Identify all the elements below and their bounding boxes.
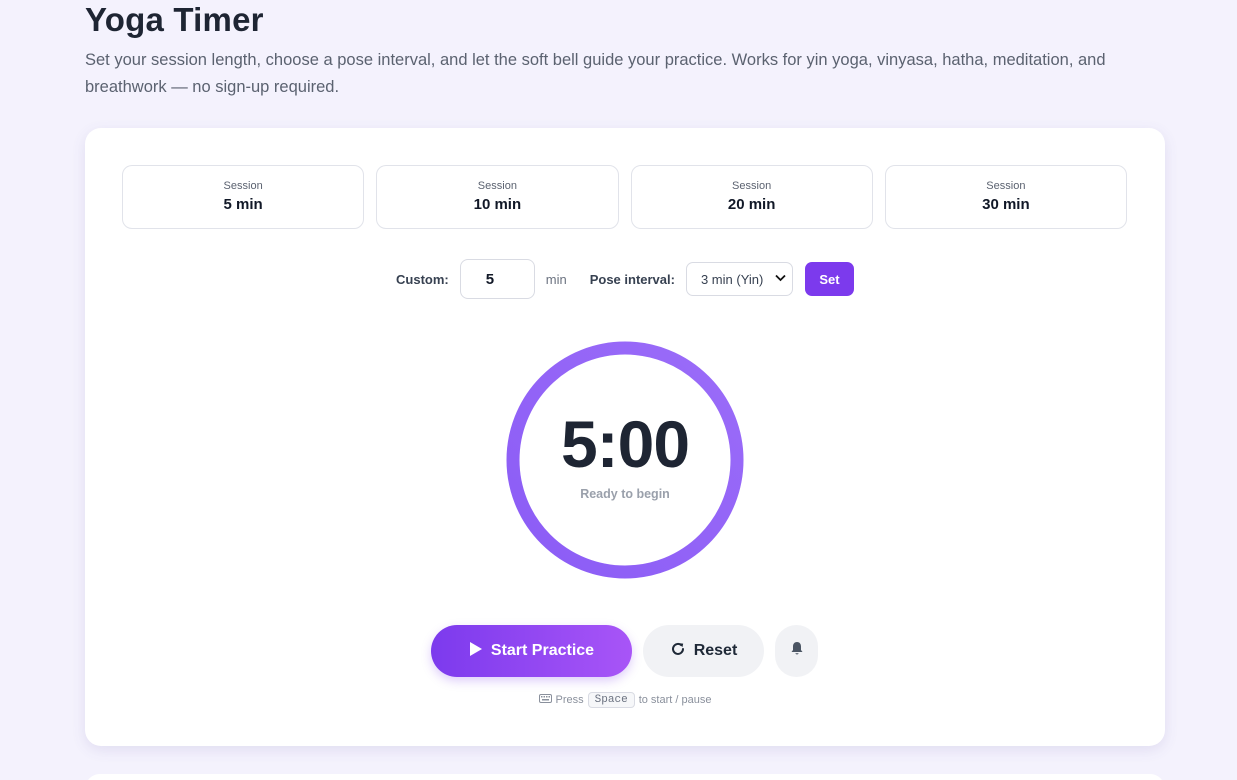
preset-20-min-button[interactable]: Session 20 min (630, 165, 873, 229)
timer-card: Session 5 min Session 10 min Session 20 … (85, 128, 1165, 746)
hint-prefix: Press (555, 694, 584, 706)
preset-label: Session (477, 180, 517, 192)
preset-value: 20 min (727, 196, 776, 213)
hint-suffix: to start / pause (638, 694, 712, 706)
page: Yoga Timer Set your session length, choo… (0, 0, 1237, 780)
preset-label: Session (732, 180, 772, 192)
rotate-cw-icon (670, 641, 686, 662)
pose-interval-value: 3 min (Yin) (700, 271, 764, 287)
custom-label: Custom: (396, 271, 449, 287)
start-practice-label: Start Practice (490, 642, 595, 659)
start-practice-button[interactable]: Start Practice (431, 625, 632, 677)
play-icon (469, 641, 483, 662)
keyboard-icon (538, 694, 552, 706)
timer-display: 5:00 (560, 407, 690, 481)
bell-toggle-button[interactable] (775, 625, 818, 677)
timer-controls: Start Practice Reset (431, 625, 818, 677)
preset-5-min-button[interactable]: Session 5 min (122, 165, 365, 229)
session-presets: Session 5 min Session 10 min Session 20 … (122, 165, 1127, 229)
custom-unit: min (545, 271, 567, 287)
space-key: Space (587, 692, 635, 708)
keyboard-hint: Press Space to start / pause (85, 692, 1165, 708)
bell-icon (790, 641, 804, 661)
preset-value: 10 min (473, 196, 522, 213)
timer-status: Ready to begin (580, 487, 670, 501)
preset-value: 5 min (223, 196, 263, 213)
pose-interval-label: Pose interval: (589, 271, 675, 287)
preset-label: Session (223, 180, 263, 192)
reset-label: Reset (693, 642, 738, 659)
preset-10-min-button[interactable]: Session 10 min (376, 165, 619, 229)
next-section-card (85, 774, 1165, 780)
page-title: Yoga Timer (85, 1, 264, 38)
page-description: Set your session length, choose a pose i… (85, 51, 1106, 96)
preset-30-min-button[interactable]: Session 30 min (884, 165, 1127, 229)
custom-minutes-input[interactable] (459, 259, 535, 299)
chevron-down-icon (775, 273, 786, 285)
preset-label: Session (986, 180, 1026, 192)
pose-interval-select[interactable]: 3 min (Yin) (685, 262, 793, 296)
set-button[interactable]: Set (804, 262, 854, 296)
reset-button[interactable]: Reset (643, 625, 764, 677)
custom-settings-row: Custom: min Pose interval: 3 min (Yin) S… (85, 259, 1165, 299)
preset-value: 30 min (982, 196, 1030, 213)
